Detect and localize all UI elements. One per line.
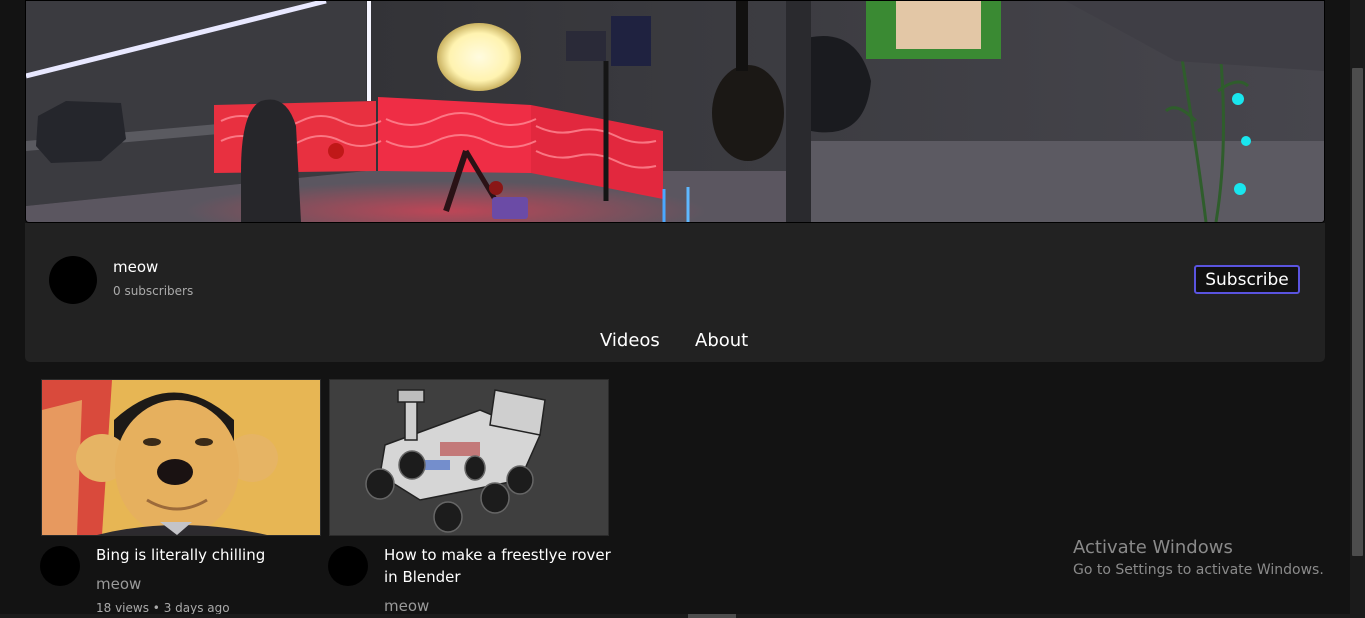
video-channel-name[interactable]: meow bbox=[384, 597, 429, 615]
video-thumbnail[interactable] bbox=[41, 379, 321, 536]
channel-banner bbox=[25, 0, 1325, 223]
tab-about[interactable]: About bbox=[695, 330, 748, 351]
video-meta: 18 views • 3 days ago bbox=[96, 601, 230, 615]
rover-model-thumbnail-icon bbox=[330, 380, 608, 535]
activation-title: Activate Windows bbox=[1073, 537, 1233, 558]
video-channel-avatar[interactable] bbox=[40, 546, 80, 586]
subscriber-count: 0 subscribers bbox=[113, 284, 194, 298]
separator-dot-icon: • bbox=[152, 601, 164, 615]
windows-activation-watermark: Activate Windows Go to Settings to activ… bbox=[1073, 536, 1324, 580]
subscribe-button[interactable]: Subscribe bbox=[1194, 265, 1300, 294]
view-count: 18 views bbox=[96, 601, 149, 615]
bear-face-thumbnail-icon bbox=[42, 380, 320, 535]
video-title[interactable]: How to make a freestlye rover in Blender bbox=[384, 544, 624, 588]
video-card[interactable]: How to make a freestlye rover in Blender… bbox=[328, 379, 611, 615]
horizontal-scrollbar-thumb[interactable] bbox=[688, 614, 736, 618]
video-thumbnail[interactable] bbox=[329, 379, 609, 536]
horizontal-scrollbar[interactable] bbox=[0, 614, 1365, 618]
channel-header: meow 0 subscribers Subscribe Videos Abou… bbox=[25, 223, 1325, 362]
channel-name[interactable]: meow bbox=[113, 258, 158, 276]
video-channel-avatar[interactable] bbox=[328, 546, 368, 586]
channel-avatar[interactable] bbox=[49, 256, 97, 304]
video-channel-name[interactable]: meow bbox=[96, 575, 141, 593]
banner-image bbox=[26, 1, 1324, 222]
upload-age: 3 days ago bbox=[163, 601, 230, 615]
video-card[interactable]: Bing is literally chilling meow 18 views… bbox=[40, 379, 321, 615]
activation-subtitle: Go to Settings to activate Windows. bbox=[1073, 562, 1324, 578]
video-title[interactable]: Bing is literally chilling bbox=[96, 544, 336, 566]
scrollbar-thumb[interactable] bbox=[1352, 68, 1363, 556]
vertical-scrollbar[interactable] bbox=[1350, 0, 1365, 618]
tab-videos[interactable]: Videos bbox=[600, 330, 660, 351]
